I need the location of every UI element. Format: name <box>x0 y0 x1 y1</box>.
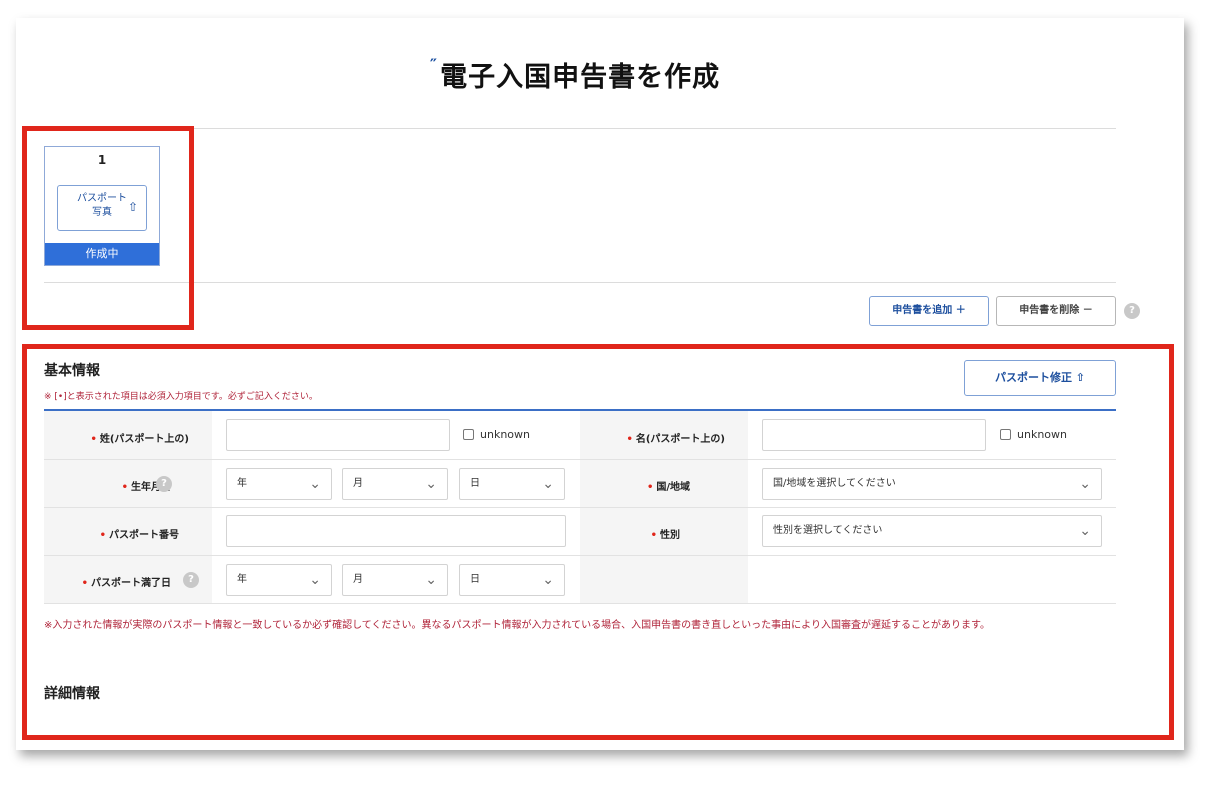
divider-top <box>44 128 1116 129</box>
highlight-box-card <box>22 126 194 330</box>
question-icon[interactable]: ? <box>1124 303 1140 319</box>
page-title: ″電子入国申告書を作成 <box>0 55 1150 94</box>
divider-mid <box>44 282 1116 283</box>
title-mark: ″ <box>429 55 439 74</box>
page-title-text: 電子入国申告書を作成 <box>440 62 721 93</box>
remove-declaration-button[interactable]: 申告書を削除 － <box>996 296 1116 326</box>
add-declaration-button[interactable]: 申告書を追加 ＋ <box>869 296 989 326</box>
highlight-box-form <box>22 344 1174 740</box>
